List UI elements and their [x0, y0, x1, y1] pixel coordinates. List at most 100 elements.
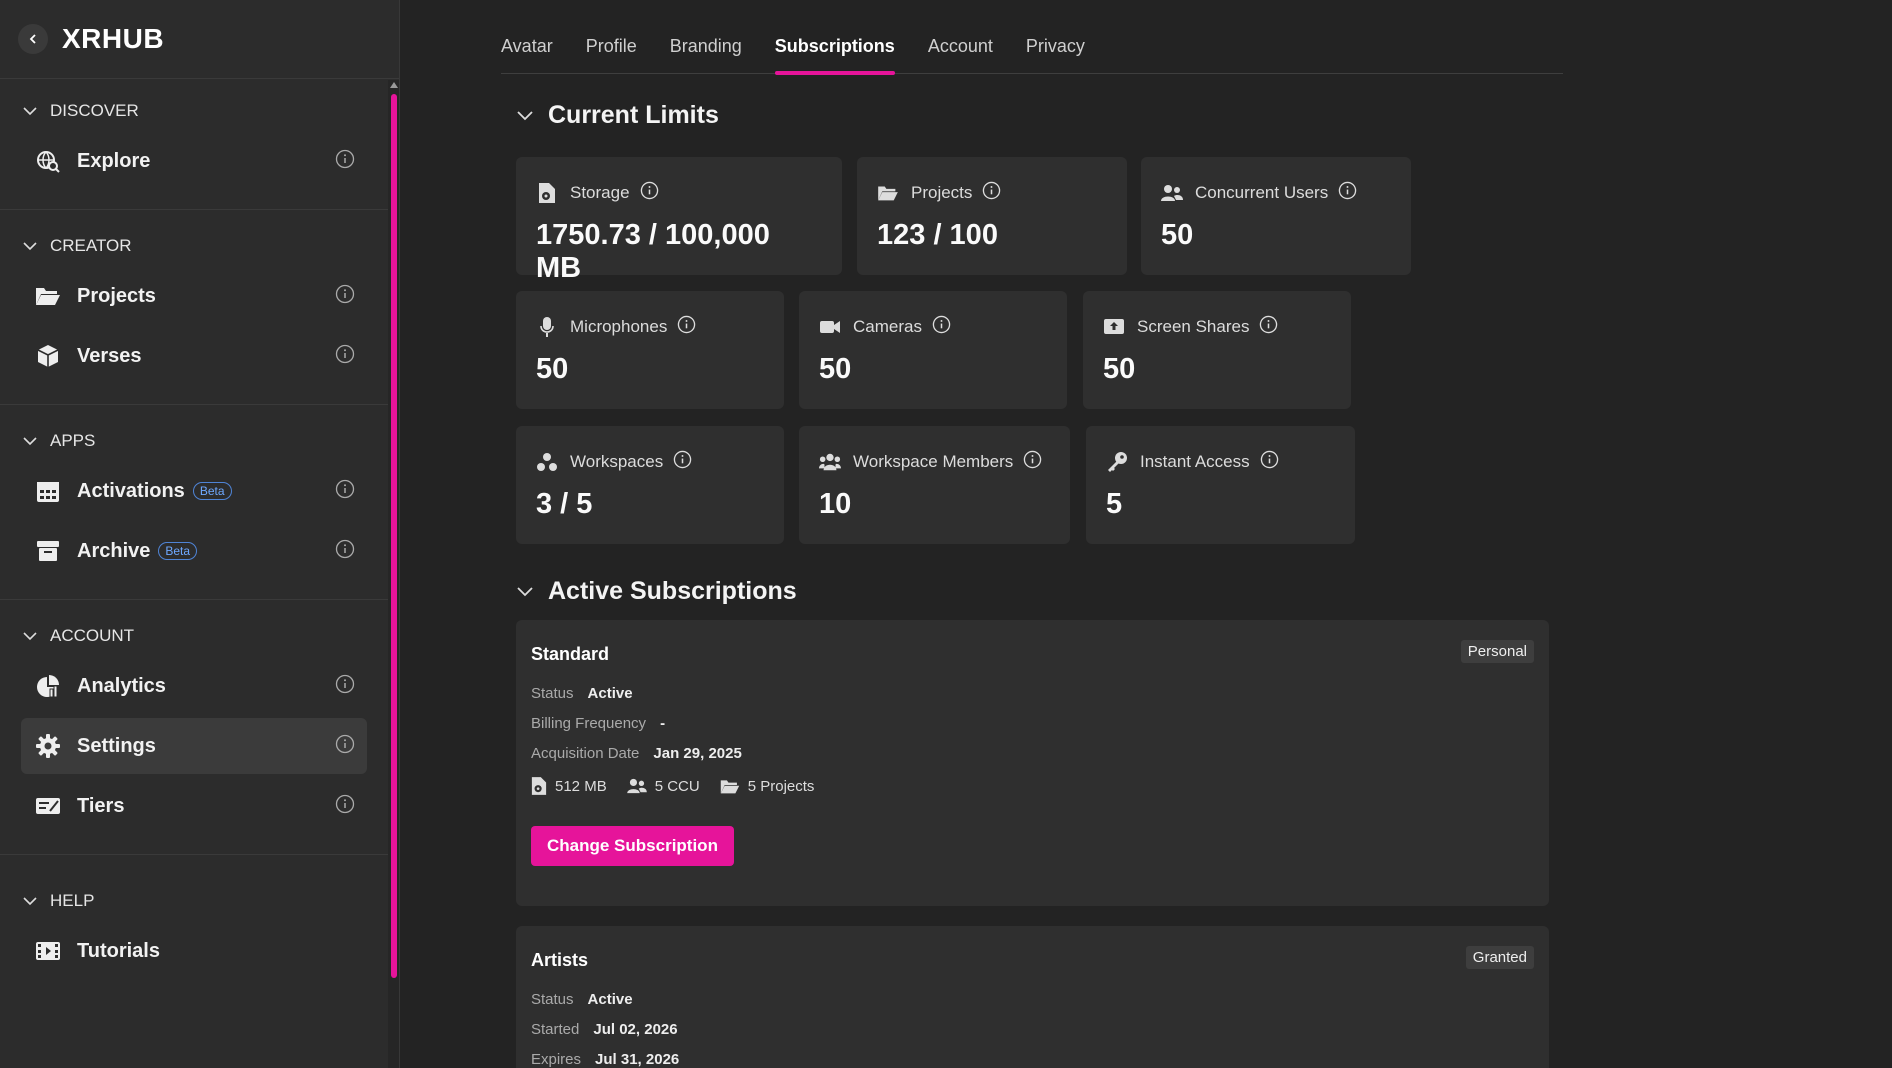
sidebar-scroll-thumb[interactable]: [391, 94, 397, 978]
row-value: Active: [587, 685, 633, 702]
subscription-name: Standard: [531, 644, 610, 664]
sidebar-item-tutorials[interactable]: Tutorials: [21, 923, 367, 979]
limit-label: Concurrent Users: [1195, 183, 1329, 202]
subscription-billing-row: Billing Frequency -: [531, 715, 1534, 732]
tab-account[interactable]: Account: [928, 26, 993, 74]
row-label: Acquisition Date: [531, 745, 640, 762]
limit-label: Workspaces: [570, 452, 664, 471]
sidebar-item-activations[interactable]: Activations Beta: [21, 463, 367, 519]
video-camera-icon: [819, 316, 841, 338]
gear-icon: [35, 733, 61, 759]
info-icon[interactable]: [335, 149, 355, 174]
calendar-grid-icon: [35, 478, 61, 504]
chevron-down-icon: [23, 242, 37, 251]
microphone-icon: [536, 316, 558, 338]
stat-text: 512 MB: [555, 777, 607, 795]
stat-text: 5 Projects: [747, 777, 815, 795]
change-subscription-button[interactable]: Change Subscription: [531, 826, 734, 866]
chevron-down-icon: [23, 897, 37, 906]
info-icon[interactable]: [640, 181, 659, 205]
row-value: Jul 31, 2026: [595, 1051, 680, 1068]
info-icon[interactable]: [335, 284, 355, 309]
sidebar-item-label: Archive: [77, 539, 151, 562]
sidebar-section-account: ACCOUNT Analytics Settings Tiers: [0, 600, 388, 855]
workspaces-icon: [536, 451, 558, 473]
info-icon[interactable]: [335, 794, 355, 819]
stat-text: 5 CCU: [654, 777, 700, 795]
users-icon: [626, 778, 647, 794]
scroll-up-arrow-icon[interactable]: [390, 82, 398, 88]
info-icon[interactable]: [335, 734, 355, 759]
chevron-down-icon: [517, 586, 533, 596]
key-icon: [1106, 451, 1128, 473]
info-icon[interactable]: [335, 674, 355, 699]
sidebar-item-archive[interactable]: Archive Beta: [21, 523, 367, 579]
section-title: APPS: [50, 431, 96, 450]
row-label: Status: [531, 685, 574, 702]
sidebar-section-discover: DISCOVER Explore: [0, 79, 388, 210]
section-toggle-apps[interactable]: APPS: [0, 423, 388, 459]
folder-open-icon: [877, 182, 899, 204]
tab-privacy[interactable]: Privacy: [1026, 26, 1085, 74]
subscription-expires-row: Expires Jul 31, 2026: [531, 1051, 1534, 1068]
tab-avatar[interactable]: Avatar: [501, 26, 553, 74]
info-icon[interactable]: [1338, 181, 1357, 205]
section-title: Current Limits: [548, 101, 719, 129]
sidebar-section-apps: APPS Activations Beta Archive Beta: [0, 405, 388, 600]
sidebar-item-label: Tutorials: [77, 939, 160, 962]
sidebar-item-settings[interactable]: Settings: [21, 718, 367, 774]
limit-card-workspaces: Workspaces 3 / 5: [516, 426, 784, 544]
row-label: Billing Frequency: [531, 715, 647, 732]
info-icon[interactable]: [677, 315, 696, 339]
info-icon[interactable]: [932, 315, 951, 339]
sidebar-header: XRHUB: [0, 0, 399, 79]
info-icon[interactable]: [1259, 315, 1278, 339]
section-toggle-creator[interactable]: CREATOR: [0, 228, 388, 264]
cube-icon: [35, 343, 61, 369]
limit-card-instant-access: Instant Access 5: [1086, 426, 1355, 544]
info-icon[interactable]: [982, 181, 1001, 205]
row-value: -: [660, 715, 666, 732]
sidebar: XRHUB DISCOVER Explore CREATOR Projects …: [0, 0, 400, 1068]
info-icon[interactable]: [335, 479, 355, 504]
back-button[interactable]: [18, 24, 48, 54]
row-value: Jan 29, 2025: [653, 745, 742, 762]
info-icon[interactable]: [1023, 450, 1042, 474]
beta-badge: Beta: [192, 482, 232, 500]
sidebar-item-label: Verses: [77, 344, 142, 367]
info-icon[interactable]: [1260, 450, 1279, 474]
limit-label: Screen Shares: [1137, 317, 1250, 336]
sidebar-item-label: Analytics: [77, 674, 166, 697]
sidebar-item-analytics[interactable]: Analytics: [21, 658, 367, 714]
limit-label: Workspace Members: [853, 452, 1014, 471]
info-icon[interactable]: [673, 450, 692, 474]
stat-projects: 5 Projects: [720, 777, 815, 795]
current-limits-toggle[interactable]: Current Limits: [516, 101, 719, 130]
section-title: Active Subscriptions: [548, 577, 797, 605]
chevron-down-icon: [23, 107, 37, 116]
sidebar-item-projects[interactable]: Projects: [21, 268, 367, 324]
section-toggle-discover[interactable]: DISCOVER: [0, 93, 388, 129]
tab-profile[interactable]: Profile: [586, 26, 637, 74]
info-icon[interactable]: [335, 539, 355, 564]
sidebar-item-explore[interactable]: Explore: [21, 133, 367, 189]
limit-value: 3 / 5: [536, 488, 593, 520]
section-toggle-account[interactable]: ACCOUNT: [0, 618, 388, 654]
limit-card-microphones: Microphones 50: [516, 291, 784, 409]
film-icon: [35, 938, 61, 964]
subscription-type-badge: Personal: [1460, 640, 1534, 663]
active-subscriptions-toggle[interactable]: Active Subscriptions: [516, 577, 797, 606]
limit-value: 10: [819, 488, 852, 520]
limit-card-projects: Projects 123 / 100: [857, 157, 1127, 275]
tab-subscriptions[interactable]: Subscriptions: [774, 26, 895, 75]
settings-tabs: Avatar Profile Branding Subscriptions Ac…: [501, 26, 1563, 75]
pie-chart-icon: [35, 673, 61, 699]
sidebar-item-tiers[interactable]: Tiers: [21, 778, 367, 834]
subscription-status-row: Status Active: [531, 685, 1534, 702]
sidebar-item-verses[interactable]: Verses: [21, 328, 367, 384]
section-title: DISCOVER: [50, 101, 139, 120]
info-icon[interactable]: [335, 344, 355, 369]
section-toggle-help[interactable]: HELP: [0, 883, 388, 919]
limit-card-screen-shares: Screen Shares 50: [1083, 291, 1351, 409]
tab-branding[interactable]: Branding: [670, 26, 742, 74]
